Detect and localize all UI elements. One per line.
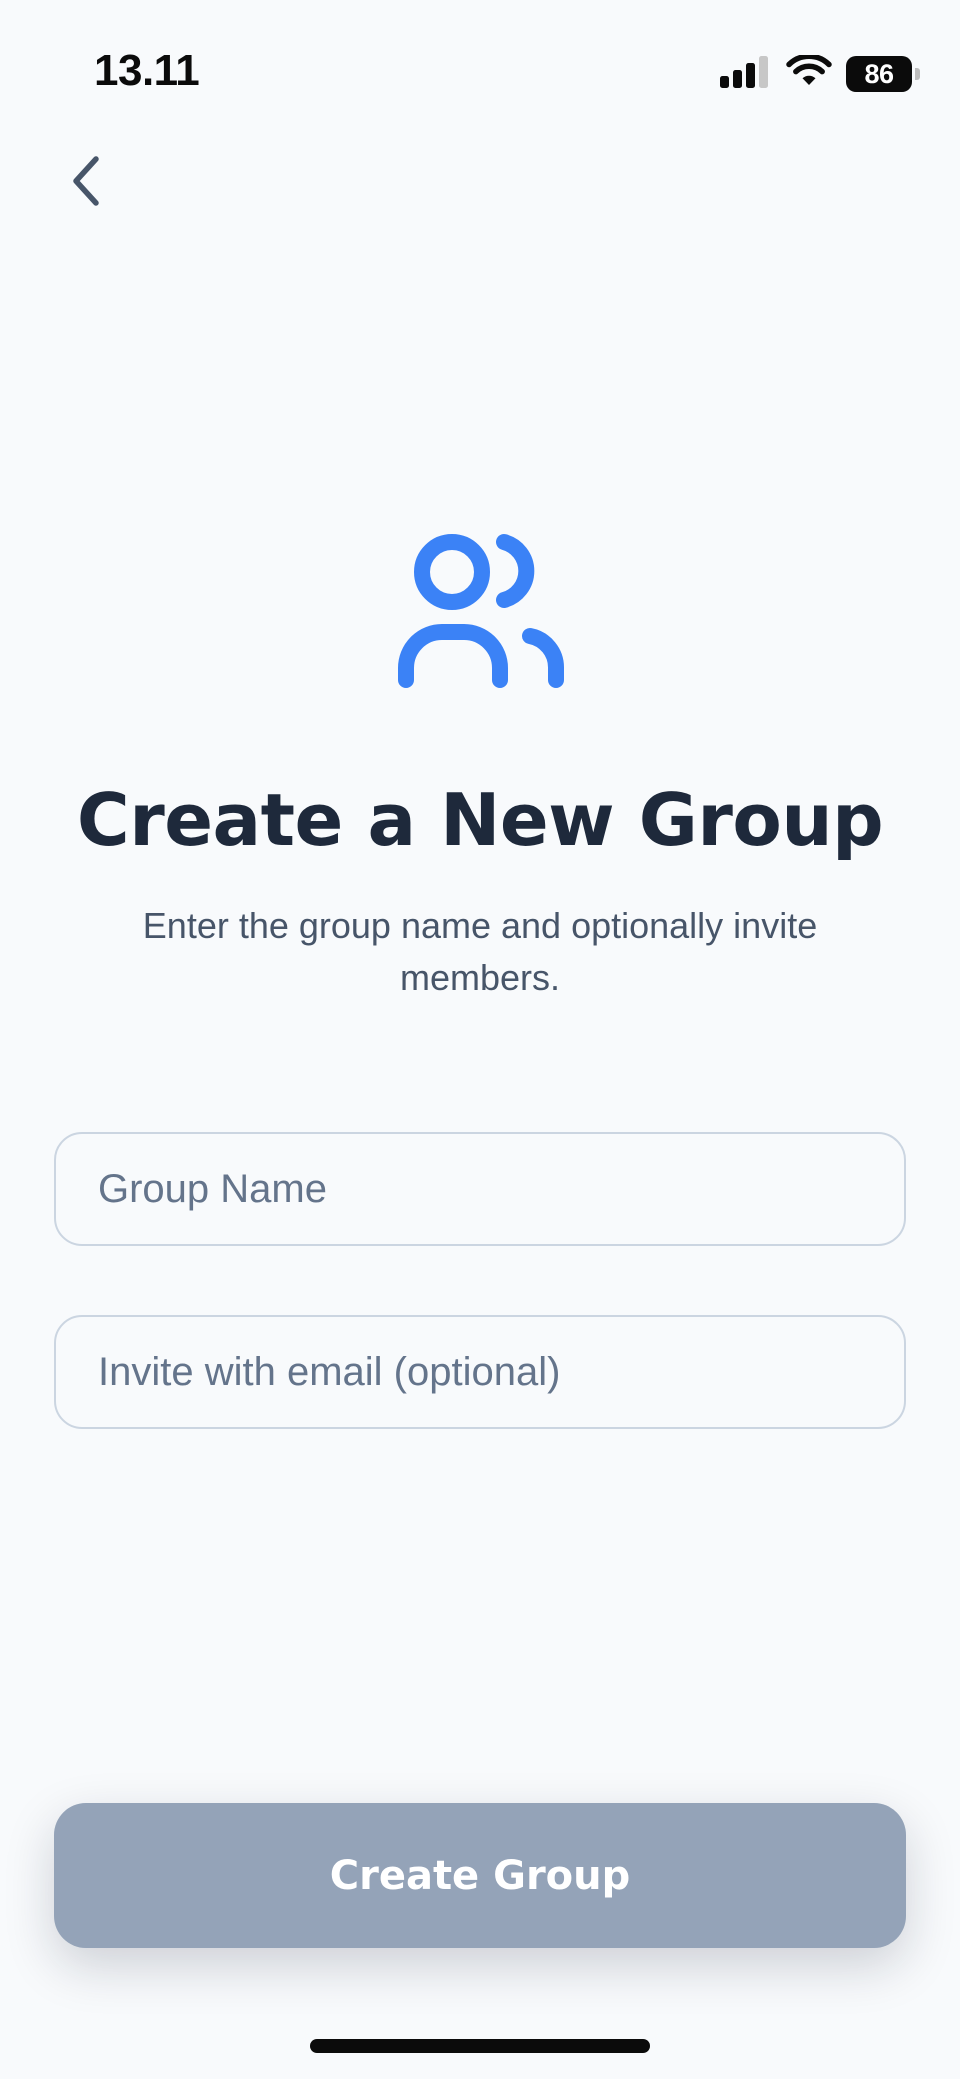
- users-group-icon: [392, 528, 568, 704]
- page-subtitle: Enter the group name and optionally invi…: [142, 905, 818, 998]
- chevron-left-icon: [68, 153, 104, 213]
- battery-level: 86: [864, 58, 894, 89]
- status-time: 13.11: [94, 46, 200, 95]
- create-group-screen: 13.11 86 Create a New Group Enter the gr…: [0, 0, 960, 2079]
- wifi-icon: [786, 53, 832, 93]
- home-indicator[interactable]: [310, 2039, 650, 2053]
- invite-email-input[interactable]: [54, 1315, 906, 1429]
- battery-cap: [915, 68, 920, 80]
- status-icons: 86: [720, 53, 920, 94]
- cellular-signal-icon: [720, 56, 772, 92]
- back-button[interactable]: [58, 148, 114, 218]
- group-name-input[interactable]: [54, 1132, 906, 1246]
- page-title: Create a New Group: [76, 778, 884, 862]
- battery-icon: 86: [846, 56, 920, 92]
- create-group-button[interactable]: Create Group: [54, 1803, 906, 1948]
